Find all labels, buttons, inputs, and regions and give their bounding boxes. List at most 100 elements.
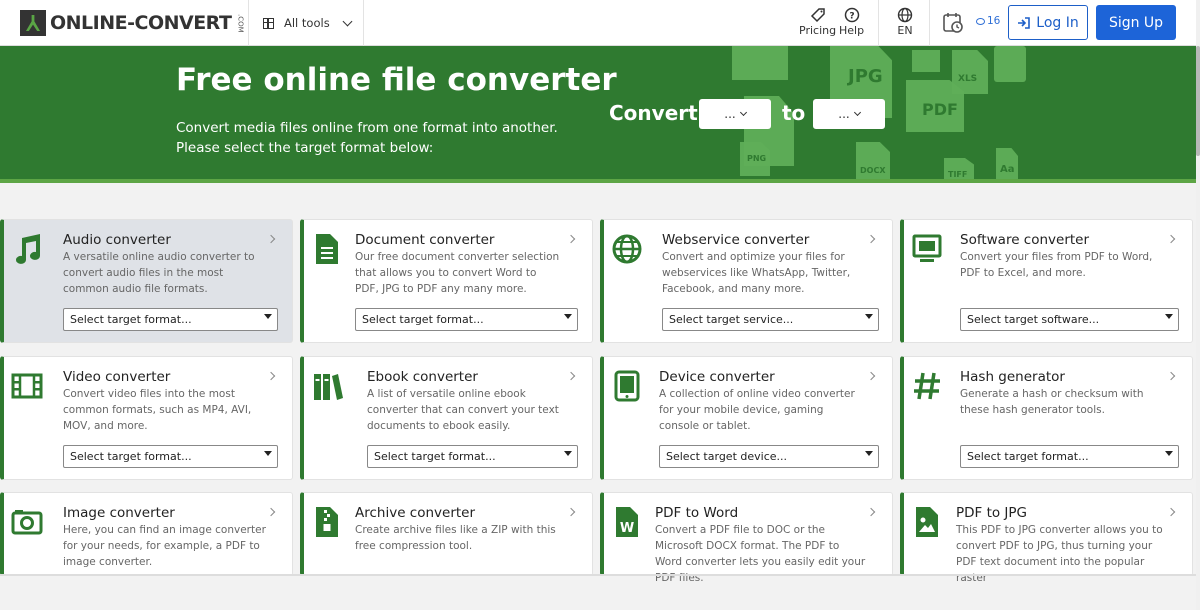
card-title: Software converter bbox=[960, 232, 1090, 248]
card-pdf-to-jpg[interactable]: PDF to JPG This PDF to JPG converter all… bbox=[900, 492, 1193, 584]
dropdown-arrow-icon bbox=[1165, 451, 1173, 456]
select-value: Select target format... bbox=[70, 313, 192, 326]
target-format-select[interactable]: Select target format... bbox=[960, 445, 1179, 468]
chevron-right-icon bbox=[566, 507, 576, 517]
card-document-converter[interactable]: Document converter Our free document con… bbox=[300, 219, 593, 343]
chevron-right-icon bbox=[266, 507, 276, 517]
dropdown-arrow-icon bbox=[865, 314, 873, 319]
card-description: Convert your files from PDF to Word, PDF… bbox=[960, 251, 1153, 279]
target-device-select[interactable]: Select target device... bbox=[659, 445, 879, 468]
top-navigation-bar: ONLINE-CONVERT .COM All tools Pricing ? … bbox=[0, 0, 1200, 46]
help-label: Help bbox=[839, 24, 865, 37]
chevron-down-icon bbox=[853, 108, 861, 117]
dropdown-arrow-icon bbox=[264, 314, 272, 319]
signup-button[interactable]: Sign Up bbox=[1096, 5, 1176, 40]
chevron-down-icon bbox=[342, 16, 353, 26]
png-decor-label: PNG bbox=[747, 154, 767, 163]
chevron-right-icon bbox=[566, 371, 576, 381]
card-title: Ebook converter bbox=[367, 369, 478, 385]
camera-icon bbox=[11, 510, 43, 535]
font-decor-label: Aa bbox=[1000, 164, 1015, 175]
select-value: Select target format... bbox=[70, 450, 192, 463]
logo-suffix: .COM bbox=[236, 13, 245, 33]
select-value: Select target format... bbox=[374, 450, 496, 463]
coin-icon bbox=[976, 17, 985, 25]
books-icon bbox=[314, 374, 343, 400]
target-format-select[interactable]: Select target format... bbox=[63, 445, 278, 468]
target-software-select[interactable]: Select target software... bbox=[960, 308, 1179, 331]
horizontal-divider bbox=[0, 574, 1196, 576]
card-description: A collection of online video converter f… bbox=[659, 388, 855, 432]
all-tools-menu[interactable]: All tools bbox=[248, 0, 364, 46]
card-device-converter[interactable]: Device converter A collection of online … bbox=[600, 356, 893, 480]
card-video-converter[interactable]: Video converter Convert video files into… bbox=[0, 356, 293, 480]
card-title: Audio converter bbox=[63, 232, 171, 248]
login-button[interactable]: Log In bbox=[1008, 5, 1088, 40]
select-value: Select target format... bbox=[362, 313, 484, 326]
word-file-icon: W bbox=[616, 507, 638, 537]
credits-count: 16 bbox=[987, 15, 1001, 27]
header-divider bbox=[878, 0, 879, 46]
to-format-select[interactable]: ... bbox=[813, 99, 885, 129]
card-title: Image converter bbox=[63, 505, 175, 521]
card-title: Video converter bbox=[63, 369, 171, 385]
card-description: Convert and optimize your files for webs… bbox=[662, 251, 851, 295]
card-description: Create archive files like a ZIP with thi… bbox=[355, 524, 556, 552]
to-format-value: ... bbox=[838, 107, 850, 121]
tag-icon bbox=[810, 8, 825, 23]
logo-text: ONLINE-CONVERT bbox=[50, 12, 232, 34]
chart-decor-icon bbox=[994, 46, 1026, 82]
card-ebook-converter[interactable]: Ebook converter A list of versatile onli… bbox=[300, 356, 593, 480]
help-link[interactable]: ? Help bbox=[839, 6, 864, 37]
card-archive-converter[interactable]: Archive converter Create archive files l… bbox=[300, 492, 593, 576]
card-image-converter[interactable]: Image converter Here, you can find an im… bbox=[0, 492, 293, 576]
chevron-right-icon bbox=[1166, 371, 1176, 381]
docx-decor-label: DOCX bbox=[860, 166, 886, 175]
dropdown-arrow-icon bbox=[865, 451, 873, 456]
card-description: Our free document converter selection th… bbox=[355, 251, 560, 295]
card-description: A versatile online audio converter to co… bbox=[63, 251, 255, 295]
all-tools-label: All tools bbox=[284, 16, 330, 30]
card-title: Hash generator bbox=[960, 369, 1065, 385]
target-format-select[interactable]: Select target format... bbox=[63, 308, 278, 331]
chevron-right-icon bbox=[1166, 234, 1176, 244]
card-software-converter[interactable]: Software converter Convert your files fr… bbox=[900, 219, 1193, 343]
music-note-icon bbox=[16, 234, 40, 264]
target-format-select[interactable]: Select target format... bbox=[367, 445, 578, 468]
chevron-right-icon bbox=[266, 371, 276, 381]
card-description: This PDF to JPG converter allows you to … bbox=[956, 524, 1163, 584]
card-audio-converter[interactable]: Audio converter A versatile online audio… bbox=[0, 219, 293, 343]
card-title: Archive converter bbox=[355, 505, 476, 521]
site-logo[interactable]: ONLINE-CONVERT .COM bbox=[20, 10, 244, 36]
select-value: Select target service... bbox=[669, 313, 794, 326]
globe-icon bbox=[897, 7, 913, 23]
history-clock-icon[interactable] bbox=[941, 11, 965, 35]
card-pdf-to-word[interactable]: W PDF to Word Convert a PDF file to DOC … bbox=[600, 492, 893, 584]
select-value: Select target format... bbox=[967, 450, 1089, 463]
chevron-right-icon bbox=[866, 371, 876, 381]
card-description: Convert a PDF file to DOC or the Microso… bbox=[655, 524, 866, 584]
from-format-select[interactable]: ... bbox=[699, 99, 771, 129]
card-webservice-converter[interactable]: Webservice converter Convert and optimiz… bbox=[600, 219, 893, 343]
to-label: to bbox=[782, 101, 806, 125]
credits-counter[interactable]: 16 bbox=[976, 15, 1000, 27]
pricing-label: Pricing bbox=[799, 24, 837, 37]
hero-subtitle: Convert media files online from one form… bbox=[176, 120, 558, 156]
docx-file-decor-icon bbox=[856, 142, 890, 182]
jpg-decor-label: JPG bbox=[848, 66, 883, 87]
language-selector[interactable]: EN bbox=[897, 6, 913, 37]
card-description: Generate a hash or checksum with these h… bbox=[960, 388, 1144, 416]
scrollbar-thumb[interactable] bbox=[1196, 46, 1200, 156]
card-title: Webservice converter bbox=[662, 232, 810, 248]
header-divider bbox=[929, 0, 930, 46]
archive-icon bbox=[316, 507, 338, 537]
film-icon bbox=[11, 373, 43, 399]
target-service-select[interactable]: Select target service... bbox=[662, 308, 879, 331]
card-hash-generator[interactable]: Hash generator Generate a hash or checks… bbox=[900, 356, 1193, 480]
hero-banner: JPG XLS PDF PNG DOCX TIFF Aa Free online… bbox=[0, 46, 1196, 183]
svg-text:W: W bbox=[620, 521, 634, 536]
target-format-select[interactable]: Select target format... bbox=[355, 308, 578, 331]
pricing-link[interactable]: Pricing bbox=[799, 6, 836, 37]
chevron-right-icon bbox=[866, 234, 876, 244]
monitor-icon bbox=[912, 234, 942, 262]
